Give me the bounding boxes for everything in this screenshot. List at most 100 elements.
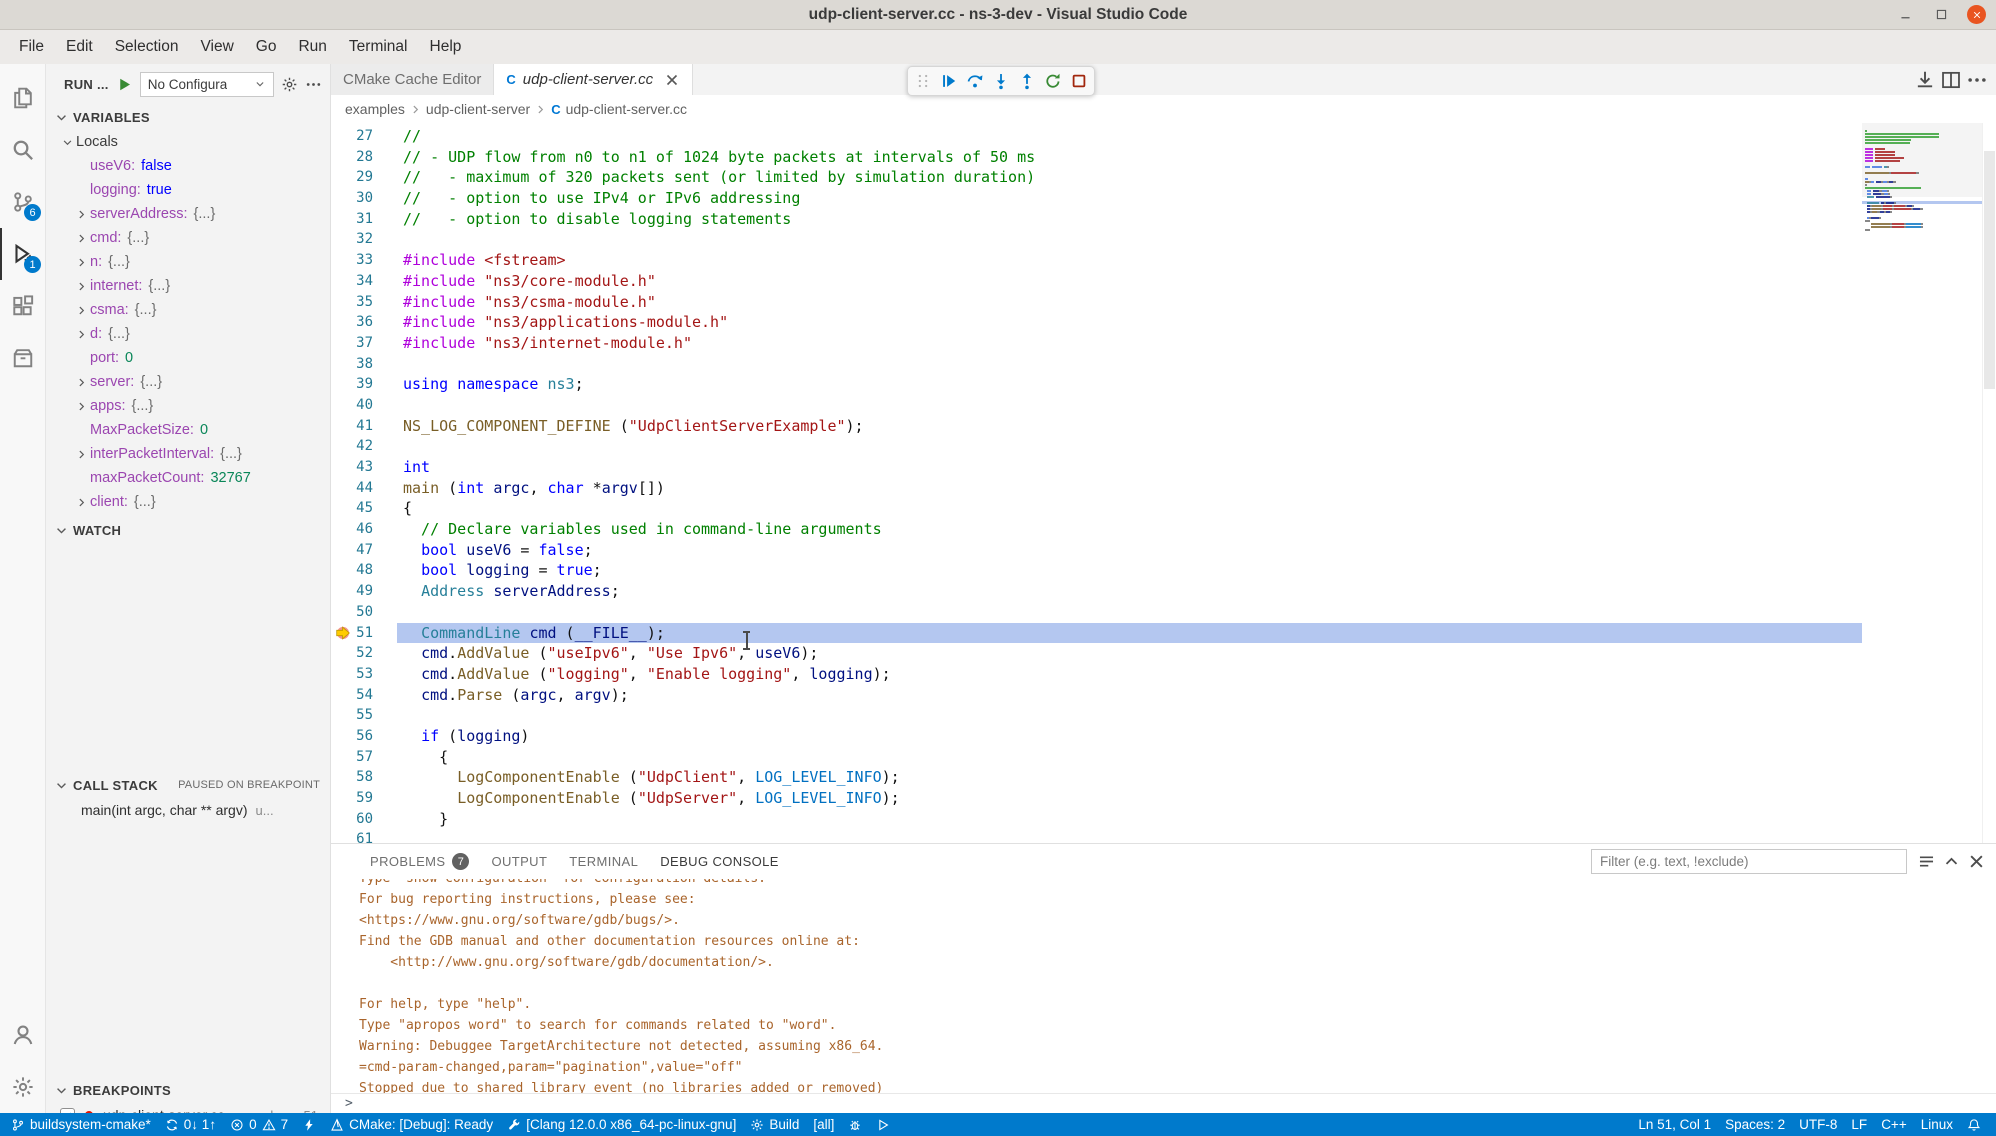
code-line[interactable]: 47 bool useV6 = false; xyxy=(331,540,1862,561)
step-into-icon[interactable] xyxy=(988,68,1014,95)
breakpoints-section-header[interactable]: BREAKPOINTS xyxy=(46,1077,330,1103)
line-number[interactable]: 36 xyxy=(331,312,397,333)
code-line[interactable]: 35#include "ns3/csma-module.h" xyxy=(331,292,1862,313)
code-line[interactable]: 33#include <fstream> xyxy=(331,250,1862,271)
status-cmake-run[interactable] xyxy=(869,1113,897,1136)
editor[interactable]: 27//28// - UDP flow from n0 to n1 of 102… xyxy=(331,123,1996,843)
variable-row[interactable]: n:{...} xyxy=(46,250,330,274)
line-number[interactable]: 38 xyxy=(331,354,397,375)
status-cmake-kit[interactable]: [Clang 12.0.0 x86_64-pc-linux-gnu] xyxy=(500,1113,743,1136)
split-editor-icon[interactable] xyxy=(1940,69,1962,91)
line-number[interactable]: 37 xyxy=(331,333,397,354)
code-line[interactable]: 34#include "ns3/core-module.h" xyxy=(331,271,1862,292)
line-number[interactable]: 42 xyxy=(331,436,397,457)
code-line[interactable]: 44main (int argc, char *argv[]) xyxy=(331,478,1862,499)
status-git-branch[interactable]: buildsystem-cmake* xyxy=(4,1113,158,1136)
status-indentation[interactable]: Spaces: 2 xyxy=(1718,1113,1792,1136)
status-problems[interactable]: 07 xyxy=(223,1113,295,1136)
panel-tab-output[interactable]: OUTPUT xyxy=(480,844,558,879)
variable-row[interactable]: serverAddress:{...} xyxy=(46,202,330,226)
code-line[interactable]: 42 xyxy=(331,436,1862,457)
activity-item-search[interactable] xyxy=(0,124,45,176)
variable-row[interactable]: port:0 xyxy=(46,346,330,370)
code-line[interactable]: 43int xyxy=(331,457,1862,478)
line-number[interactable]: 59 xyxy=(331,788,397,809)
code-line[interactable]: 56 if (logging) xyxy=(331,726,1862,747)
more-actions-icon[interactable] xyxy=(305,76,322,93)
line-number[interactable]: 34 xyxy=(331,271,397,292)
status-os[interactable]: Linux xyxy=(1914,1113,1960,1136)
variable-row[interactable]: interPacketInterval:{...} xyxy=(46,442,330,466)
line-number[interactable]: 41 xyxy=(331,416,397,437)
line-number[interactable]: 44 xyxy=(331,478,397,499)
status-cmake-build[interactable]: Build xyxy=(743,1113,806,1136)
variables-section-header[interactable]: VARIABLES xyxy=(46,104,330,130)
tab-cmake-cache-editor[interactable]: CMake Cache Editor xyxy=(331,64,494,95)
close-icon[interactable] xyxy=(1967,852,1986,871)
variable-row[interactable]: client:{...} xyxy=(46,490,330,514)
menu-item-edit[interactable]: Edit xyxy=(55,30,104,64)
restart-icon[interactable] xyxy=(1040,68,1066,95)
code-line[interactable]: 31// - option to disable logging stateme… xyxy=(331,209,1862,230)
status-cmake-debug[interactable] xyxy=(841,1113,869,1136)
breadcrumb-item[interactable]: examples xyxy=(345,101,405,117)
line-number[interactable]: 55 xyxy=(331,705,397,726)
line-number[interactable]: 31 xyxy=(331,209,397,230)
variable-row[interactable]: internet:{...} xyxy=(46,274,330,298)
code-line[interactable]: 30// - option to use IPv4 or IPv6 addres… xyxy=(331,188,1862,209)
line-number[interactable]: 28 xyxy=(331,147,397,168)
line-number[interactable]: 54 xyxy=(331,685,397,706)
grip-icon[interactable] xyxy=(910,68,936,95)
code-line[interactable]: 48 bool logging = true; xyxy=(331,560,1862,581)
line-number[interactable]: 39 xyxy=(331,374,397,395)
line-number[interactable]: 60 xyxy=(331,809,397,830)
chevron-up-icon[interactable] xyxy=(1942,852,1961,871)
line-number[interactable]: 46 xyxy=(331,519,397,540)
scrollbar[interactable] xyxy=(1982,123,1996,843)
menu-item-file[interactable]: File xyxy=(8,30,55,64)
line-number[interactable]: 30 xyxy=(331,188,397,209)
continue-icon[interactable] xyxy=(936,68,962,95)
code-line[interactable]: 39using namespace ns3; xyxy=(331,374,1862,395)
stack-frame[interactable]: main(int argc, char ** argv) u... xyxy=(46,798,330,822)
line-number[interactable]: 51 xyxy=(331,623,397,644)
line-number[interactable]: 35 xyxy=(331,292,397,313)
code-line[interactable]: 45{ xyxy=(331,498,1862,519)
status-cmake-target[interactable]: [all] xyxy=(806,1113,841,1136)
scrollbar-thumb[interactable] xyxy=(1984,151,1995,389)
minimap[interactable] xyxy=(1862,123,1982,843)
line-number[interactable]: 29 xyxy=(331,167,397,188)
code-line[interactable]: 50 xyxy=(331,602,1862,623)
line-number[interactable]: 33 xyxy=(331,250,397,271)
activity-item-extensions[interactable] xyxy=(0,280,45,332)
code-line[interactable]: 29// - maximum of 320 packets sent (or l… xyxy=(331,167,1862,188)
code-line[interactable]: 51 CommandLine cmd (__FILE__); xyxy=(331,623,1862,644)
activity-item-run-and-debug[interactable]: 1 xyxy=(0,228,45,280)
code-line[interactable]: 32 xyxy=(331,229,1862,250)
close-icon[interactable] xyxy=(664,72,680,88)
code-line[interactable]: 38 xyxy=(331,354,1862,375)
code-line[interactable]: 41NS_LOG_COMPONENT_DEFINE ("UdpClientSer… xyxy=(331,416,1862,437)
code-line[interactable]: 28// - UDP flow from n0 to n1 of 1024 by… xyxy=(331,147,1862,168)
line-number[interactable]: 32 xyxy=(331,229,397,250)
code-line[interactable]: 58 LogComponentEnable ("UdpClient", LOG_… xyxy=(331,767,1862,788)
more-actions-icon[interactable] xyxy=(1966,69,1988,91)
panel-tab-debug-console[interactable]: DEBUG CONSOLE xyxy=(649,844,790,879)
menu-item-view[interactable]: View xyxy=(189,30,244,64)
step-out-icon[interactable] xyxy=(1014,68,1040,95)
code-line[interactable]: 54 cmd.Parse (argc, argv); xyxy=(331,685,1862,706)
line-number[interactable]: 58 xyxy=(331,767,397,788)
activity-item-manage[interactable] xyxy=(0,1061,45,1113)
code-line[interactable]: 53 cmd.AddValue ("logging", "Enable logg… xyxy=(331,664,1862,685)
code-line[interactable]: 52 cmd.AddValue ("useIpv6", "Use Ipv6", … xyxy=(331,643,1862,664)
code-line[interactable]: 37#include "ns3/internet-module.h" xyxy=(331,333,1862,354)
variable-row[interactable]: apps:{...} xyxy=(46,394,330,418)
watch-section-header[interactable]: WATCH xyxy=(46,517,330,543)
variable-row[interactable]: useV6:false xyxy=(46,154,330,178)
line-number[interactable]: 27 xyxy=(331,126,397,147)
line-number[interactable]: 47 xyxy=(331,540,397,561)
panel-tab-problems[interactable]: PROBLEMS7 xyxy=(359,844,480,879)
code-line[interactable]: 49 Address serverAddress; xyxy=(331,581,1862,602)
activity-item-explorer[interactable] xyxy=(0,72,45,124)
line-number[interactable]: 43 xyxy=(331,457,397,478)
